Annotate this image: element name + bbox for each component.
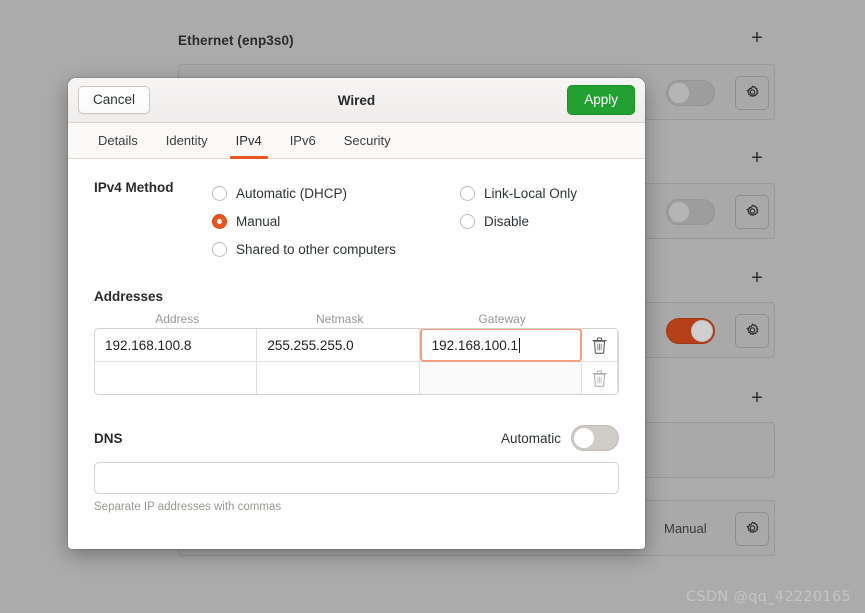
tab-ipv6[interactable]: IPv6 xyxy=(276,123,330,158)
tab-identity[interactable]: Identity xyxy=(152,123,222,158)
trash-icon xyxy=(592,336,607,354)
ipv4-method-column-left: Automatic (DHCP) Manual Shared to other … xyxy=(212,179,460,263)
radio-icon xyxy=(460,185,475,201)
gear-icon xyxy=(745,84,759,97)
background-connection-settings-button-3[interactable] xyxy=(735,314,769,348)
background-connection-settings-button-5[interactable] xyxy=(735,512,769,546)
table-row: 192.168.100.8 255.255.255.0 192.168.100.… xyxy=(95,329,618,362)
gear-icon xyxy=(745,520,759,533)
apply-button[interactable]: Apply xyxy=(567,85,635,115)
column-header-address: Address xyxy=(155,312,200,326)
addresses-column-headers: Address Netmask Gateway xyxy=(94,312,619,326)
delete-address-button-row1[interactable] xyxy=(582,329,618,361)
toggle-knob xyxy=(691,320,713,342)
watermark: CSDN @qq_42220165 xyxy=(685,589,851,605)
dns-automatic-toggle[interactable] xyxy=(571,425,619,451)
radio-shared-to-other-computers[interactable]: Shared to other computers xyxy=(212,235,460,263)
netmask-input-row1[interactable]: 255.255.255.0 xyxy=(257,329,420,361)
dialog-body: IPv4 Method Automatic (DHCP) Manual Shar… xyxy=(68,159,645,549)
dialog-tabs: Details Identity IPv4 IPv6 Security xyxy=(68,123,645,159)
background-connection-settings-button-1[interactable] xyxy=(735,76,769,110)
address-input-row2[interactable] xyxy=(95,362,258,394)
radio-label: Disable xyxy=(484,213,530,229)
column-header-netmask: Netmask xyxy=(316,312,364,326)
dns-servers-input[interactable] xyxy=(94,462,619,494)
addresses-table: 192.168.100.8 255.255.255.0 192.168.100.… xyxy=(94,328,619,395)
wired-connection-dialog: Cancel Wired Apply Details Identity IPv4… xyxy=(68,78,645,549)
dns-hint-text: Separate IP addresses with commas xyxy=(94,501,282,513)
background-connection-toggle-3[interactable] xyxy=(666,318,715,344)
radio-link-local-only[interactable]: Link-Local Only xyxy=(460,179,619,207)
add-connection-button-2[interactable]: + xyxy=(748,148,766,168)
gateway-input-row1[interactable]: 192.168.100.1 xyxy=(419,329,583,362)
column-header-delete xyxy=(583,312,619,326)
radio-label: Manual xyxy=(236,213,281,229)
background-connection-settings-button-2[interactable] xyxy=(735,195,769,229)
netmask-input-row2[interactable] xyxy=(257,362,420,394)
dialog-header: Cancel Wired Apply xyxy=(68,78,645,123)
background-section-title: Ethernet (enp3s0) xyxy=(178,33,294,48)
toggle-knob xyxy=(573,427,595,449)
tab-details[interactable]: Details xyxy=(84,123,152,158)
background-connection-toggle-2[interactable] xyxy=(666,199,715,225)
column-header-gateway: Gateway xyxy=(478,312,526,326)
gear-icon xyxy=(745,322,759,335)
cancel-button[interactable]: Cancel xyxy=(78,86,151,114)
add-connection-button-3[interactable]: + xyxy=(748,268,766,288)
trash-icon xyxy=(592,369,607,387)
dialog-title: Wired xyxy=(337,92,376,108)
ipv4-method-block: IPv4 Method Automatic (DHCP) Manual Shar… xyxy=(94,179,619,263)
dns-row: DNS Automatic xyxy=(94,425,619,451)
radio-icon xyxy=(212,241,227,257)
text-cursor xyxy=(519,337,520,353)
screen: Ethernet (enp3s0) + + + + Manual CSDN @q… xyxy=(0,0,865,613)
add-connection-button-1[interactable]: + xyxy=(748,28,766,48)
radio-icon xyxy=(460,213,475,229)
radio-label: Link-Local Only xyxy=(484,185,578,201)
gear-icon xyxy=(745,203,759,216)
tab-ipv4[interactable]: IPv4 xyxy=(222,123,276,159)
ipv4-method-label: IPv4 Method xyxy=(94,180,174,195)
radio-label: Automatic (DHCP) xyxy=(236,185,348,201)
background-connection-toggle-1[interactable] xyxy=(666,80,715,106)
dns-automatic-label: Automatic xyxy=(500,430,561,446)
table-row xyxy=(95,362,618,394)
radio-disable[interactable]: Disable xyxy=(460,207,619,235)
radio-automatic-dhcp[interactable]: Automatic (DHCP) xyxy=(212,179,460,207)
tab-security[interactable]: Security xyxy=(330,123,405,158)
gateway-input-row2[interactable] xyxy=(419,362,582,394)
toggle-knob xyxy=(668,201,690,223)
address-input-row1[interactable]: 192.168.100.8 xyxy=(95,329,258,361)
add-connection-button-4[interactable]: + xyxy=(748,388,766,408)
radio-manual[interactable]: Manual xyxy=(212,207,460,235)
radio-label: Shared to other computers xyxy=(236,241,396,257)
radio-selected-icon xyxy=(212,213,227,229)
toggle-knob xyxy=(668,82,690,104)
radio-icon xyxy=(212,185,227,201)
addresses-label: Addresses xyxy=(94,289,164,304)
gateway-value-row1: 192.168.100.1 xyxy=(431,337,518,353)
delete-address-button-row2[interactable] xyxy=(582,362,618,394)
ipv4-method-column-right: Link-Local Only Disable xyxy=(460,179,619,263)
dns-label: DNS xyxy=(94,430,123,446)
background-connection-mode-label: Manual xyxy=(664,521,707,536)
